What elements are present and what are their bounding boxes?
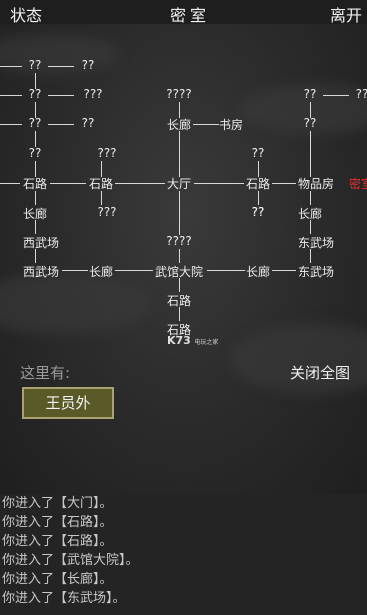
map-node[interactable]: ?? xyxy=(356,87,367,101)
map-node-corridor[interactable]: 长廊 xyxy=(167,116,191,133)
map-node-study[interactable]: 书房 xyxy=(219,116,243,133)
log-line: 你进入了【石路】。 xyxy=(2,515,113,530)
watermark-brand: K73 xyxy=(167,334,191,347)
map-node[interactable]: ?? xyxy=(29,87,42,101)
watermark-sub: 电玩之家 xyxy=(194,339,219,346)
map-node-stone-path[interactable]: 石路 xyxy=(246,175,270,192)
map-node-storage[interactable]: 物品房 xyxy=(298,175,334,192)
map-node[interactable]: ?? xyxy=(252,146,265,160)
map-node[interactable]: ???? xyxy=(166,234,191,248)
status-button[interactable]: 状态 xyxy=(10,2,42,26)
map-node[interactable]: ?? xyxy=(82,116,95,130)
leave-button[interactable]: 离开 xyxy=(330,2,362,26)
map-node[interactable]: ?? xyxy=(252,205,265,219)
map-node-corridor[interactable]: 长廊 xyxy=(246,263,270,280)
npc-button[interactable]: 王员外 xyxy=(22,387,114,419)
top-bar: 状态 密室 离开 xyxy=(0,0,367,26)
message-log: 你进入了【大门】。 你进入了【石路】。 你进入了【石路】。 你进入了【武馆大院】… xyxy=(0,494,367,615)
map-node-stone-path[interactable]: 石路 xyxy=(167,292,191,309)
map-node-corridor[interactable]: 长廊 xyxy=(23,205,47,222)
map-node[interactable]: ?? xyxy=(304,116,317,130)
map-node[interactable]: ?? xyxy=(82,58,95,72)
map-node-secret-room[interactable]: 密室 xyxy=(349,175,367,192)
map-node-courtyard[interactable]: 武馆大院 xyxy=(155,263,203,280)
map-node-stone-path[interactable]: 石路 xyxy=(89,175,113,192)
map-node-corridor[interactable]: 长廊 xyxy=(89,263,113,280)
map-node[interactable]: ?? xyxy=(29,58,42,72)
map-node-stone-path[interactable]: 石路 xyxy=(23,175,47,192)
map-node[interactable]: ??? xyxy=(97,146,116,160)
map-node-east-arena[interactable]: 东武场 xyxy=(298,263,334,280)
room-title: 密室 xyxy=(170,6,211,25)
log-line: 你进入了【大门】。 xyxy=(2,496,113,511)
watermark-logo: K73 电玩之家 xyxy=(167,334,218,347)
map-node[interactable]: ?? xyxy=(304,87,317,101)
close-map-button[interactable]: 关闭全图 xyxy=(290,362,350,383)
log-line: 你进入了【石路】。 xyxy=(2,534,113,549)
log-line: 你进入了【长廊】。 xyxy=(2,572,113,587)
map-node-west-arena[interactable]: 西武场 xyxy=(23,234,59,251)
log-line: 你进入了【武馆大院】。 xyxy=(2,553,139,568)
map-node-hall[interactable]: 大厅 xyxy=(167,175,191,192)
map-node[interactable]: ???? xyxy=(166,87,191,101)
here-label: 这里有: xyxy=(20,364,71,382)
world-map[interactable]: ?? ?? ?? ??? ?? ?? ???? ?? ?? ?? 长廊 书房 ?… xyxy=(0,24,367,494)
map-node[interactable]: ?? xyxy=(29,146,42,160)
map-node-west-arena[interactable]: 西武场 xyxy=(23,263,59,280)
map-node[interactable]: ??? xyxy=(97,205,116,219)
map-node[interactable]: ?? xyxy=(29,116,42,130)
map-node-corridor[interactable]: 长廊 xyxy=(298,205,322,222)
map-panel: ?? ?? ?? ??? ?? ?? ???? ?? ?? ?? 长廊 书房 ?… xyxy=(0,24,367,494)
map-node-east-arena[interactable]: 东武场 xyxy=(298,234,334,251)
log-line: 你进入了【东武场】。 xyxy=(2,591,126,606)
map-node[interactable]: ??? xyxy=(83,87,102,101)
